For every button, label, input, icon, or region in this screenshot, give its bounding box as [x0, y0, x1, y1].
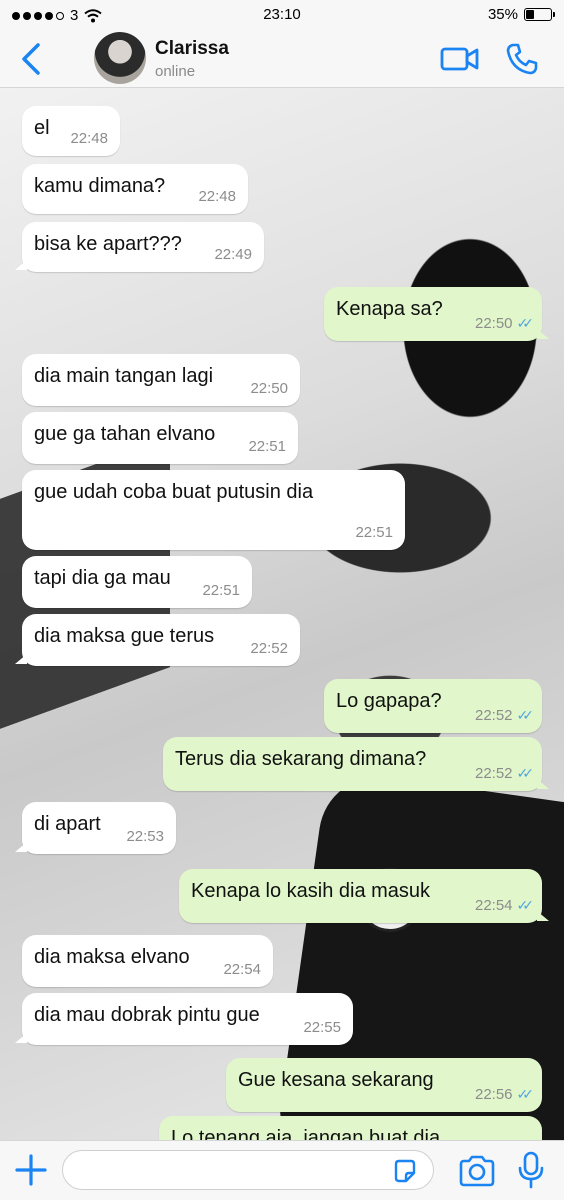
incoming-message[interactable]: tapi dia ga mau 22:51 — [22, 556, 252, 608]
message-text: el — [34, 117, 50, 139]
message-time: 22:52 ✓✓ — [475, 761, 535, 786]
incoming-message[interactable]: el 22:48 — [22, 106, 120, 156]
message-text: dia mau dobrak pintu gue — [34, 1004, 260, 1026]
read-receipt-icon: ✓✓ — [516, 1086, 535, 1102]
incoming-message[interactable]: bisa ke apart??? 22:49 — [15, 222, 264, 272]
plus-icon[interactable] — [14, 1153, 48, 1187]
message-time: 22:50 — [250, 380, 288, 397]
message-time: 22:56 ✓✓ — [475, 1082, 535, 1107]
battery-icon — [524, 8, 555, 21]
camera-icon[interactable] — [458, 1155, 496, 1187]
message-text: Kenapa sa? — [336, 298, 443, 320]
incoming-message[interactable]: gue ga tahan elvano 22:51 — [22, 412, 298, 464]
message-time: 22:54 — [223, 961, 261, 978]
read-receipt-icon: ✓✓ — [516, 897, 535, 913]
message-text: dia maksa gue terus — [34, 625, 215, 647]
read-receipt-icon: ✓✓ — [516, 707, 535, 723]
message-text: gue udah coba buat putusin dia — [34, 481, 314, 503]
message-time: 22:48 — [198, 188, 236, 205]
message-time: 22:48 — [70, 130, 108, 147]
read-receipt-icon: ✓✓ — [516, 315, 535, 331]
incoming-message[interactable]: gue udah coba buat putusin dia 22:51 — [22, 470, 405, 550]
outgoing-message[interactable]: Lo gapapa? 22:52 ✓✓ — [324, 679, 542, 733]
sticker-icon[interactable] — [392, 1158, 418, 1184]
incoming-message[interactable]: di apart 22:53 — [15, 802, 176, 854]
message-text: tapi dia ga mau — [34, 567, 171, 589]
input-bar — [0, 1140, 564, 1200]
status-time: 23:10 — [263, 6, 301, 23]
message-time: 22:53 — [126, 828, 164, 845]
message-time: 22:51 — [248, 438, 286, 455]
message-time: 22:54 ✓✓ — [475, 893, 535, 918]
battery-group: 35% — [487, 6, 555, 23]
avatar[interactable] — [94, 32, 146, 84]
message-time: 22:50 ✓✓ — [475, 311, 535, 336]
chevron-left-icon[interactable] — [18, 42, 46, 76]
outgoing-message[interactable]: Terus dia sekarang dimana? 22:52 ✓✓ — [163, 737, 549, 791]
message-time: 22:51 — [202, 582, 240, 599]
status-bar: 3 23:10 35% — [0, 0, 564, 30]
message-text: Terus dia sekarang dimana? — [175, 748, 427, 770]
message-text: dia main tangan lagi — [34, 365, 214, 387]
outgoing-message[interactable]: Gue kesana sekarang 22:56 ✓✓ — [226, 1058, 542, 1112]
outgoing-message[interactable]: Lo tenang aja, jangan buat dia — [159, 1116, 542, 1140]
message-text: Gue kesana sekarang — [238, 1069, 434, 1091]
incoming-message[interactable]: dia maksa elvano 22:54 — [22, 935, 273, 987]
incoming-message[interactable]: dia main tangan lagi 22:50 — [22, 354, 300, 406]
message-list[interactable]: el 22:48 kamu dimana? 22:48 bisa ke apart???… — [0, 88, 564, 1140]
incoming-message[interactable]: kamu dimana? 22:48 — [22, 164, 248, 214]
battery-percent: 35% — [487, 6, 518, 23]
message-time: 22:49 — [214, 246, 252, 263]
read-receipt-icon: ✓✓ — [516, 765, 535, 781]
message-time: 22:52 — [250, 640, 288, 657]
message-text: dia maksa elvano — [34, 946, 190, 968]
message-input[interactable] — [62, 1150, 434, 1190]
microphone-icon[interactable] — [516, 1151, 546, 1189]
message-text: Kenapa lo kasih dia masuk — [191, 880, 431, 902]
message-time: 22:55 — [303, 1019, 341, 1036]
outgoing-message[interactable]: Kenapa lo kasih dia masuk 22:54 ✓✓ — [179, 869, 549, 923]
message-text: bisa ke apart??? — [34, 233, 182, 255]
message-time: 22:51 — [355, 524, 393, 541]
message-text: di apart — [34, 813, 101, 835]
incoming-message[interactable]: dia mau dobrak pintu gue 22:55 — [15, 993, 353, 1045]
message-text: Lo tenang aja, jangan buat dia — [171, 1127, 441, 1140]
message-time: 22:52 ✓✓ — [475, 703, 535, 728]
battery-level — [526, 10, 534, 19]
message-text: kamu dimana? — [34, 175, 166, 197]
message-text: Lo gapapa? — [336, 690, 442, 712]
video-camera-icon[interactable] — [440, 44, 480, 74]
outgoing-message[interactable]: Kenapa sa? 22:50 ✓✓ — [324, 287, 549, 341]
contact-name[interactable]: Clarissa — [155, 38, 229, 60]
message-text: gue ga tahan elvano — [34, 423, 216, 445]
incoming-message[interactable]: dia maksa gue terus 22:52 — [15, 614, 300, 666]
chat-header: Clarissa online — [0, 30, 564, 88]
phone-icon[interactable] — [505, 42, 539, 76]
contact-status: online — [155, 63, 196, 80]
